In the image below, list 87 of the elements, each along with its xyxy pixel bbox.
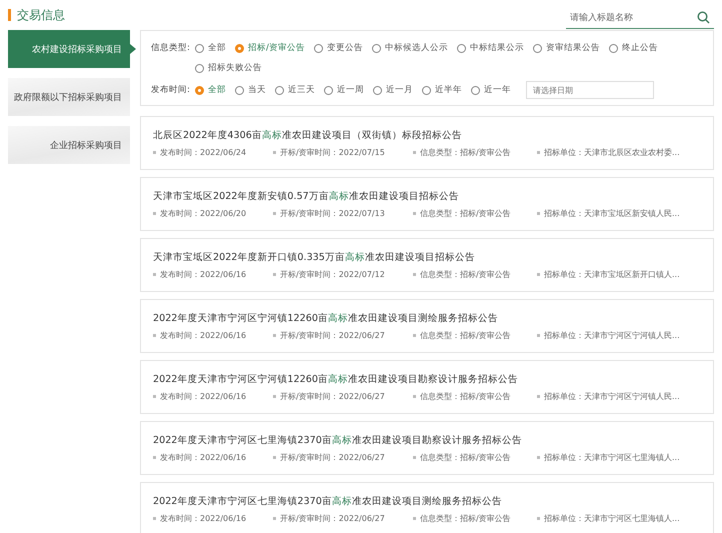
bullet-icon [413,212,416,214]
bullet-icon [537,516,540,520]
meta-text: 招标单位：天津市宁河区宁河镇人民... [544,390,680,402]
meta-text: 开标/资审时间：2022/06/27 [280,512,385,524]
meta-text: 信息类型：招标/资审公告 [420,330,511,340]
meta-text: 开标/资审时间：2022/07/13 [280,208,385,218]
radio-option[interactable]: 近一月 [373,81,413,99]
meta-text: 信息类型：招标/资审公告 [420,512,511,524]
meta-text: 开标/资审时间：2022/06/27 [280,452,385,462]
bullet-icon [537,456,540,458]
meta-text: 发布时间：2022/06/24 [160,146,246,158]
meta-text: 开标/资审时间：2022/06/27 [280,330,385,340]
bullet-icon [537,150,540,154]
bullet-icon [273,212,276,214]
notice-title[interactable]: 2022年度天津市宁河区七里海镇2370亩高标准农田建设项目测绘服务招标公告 [153,494,703,508]
meta-text: 发布时间：2022/06/16 [160,512,246,524]
bullet-icon [153,212,156,214]
radio-option[interactable]: 近一周 [324,81,364,99]
meta-text: 招标单位：天津市宁河区七里海镇人... [544,452,680,462]
meta-text: 发布时间：2022/06/16 [160,390,246,402]
bullet-icon [273,334,276,336]
bullet-icon [273,272,276,276]
bullet-icon [153,150,156,154]
radio-option[interactable]: 招标失败公告 [195,59,262,77]
meta-text: 发布时间：2022/06/20 [160,208,246,218]
bullet-icon [537,272,540,276]
bullet-icon [537,394,540,398]
radio-option[interactable]: 中标结果公示 [456,39,524,57]
notice-title[interactable]: 天津市宝坻区2022年度新开口镇0.335万亩高标准农田建设项目招标公告 [153,250,703,264]
search-icon[interactable] [697,11,710,24]
meta-text: 信息类型：招标/资审公告 [420,208,511,218]
bullet-icon [153,516,156,520]
notice-title[interactable]: 北辰区2022年度4306亩高标准农田建设项目（双街镇）标段招标公告 [153,128,703,142]
bullet-icon [413,272,416,276]
bullet-icon [537,334,540,336]
meta-text: 开标/资审时间：2022/07/15 [280,146,385,158]
meta-text: 信息类型：招标/资审公告 [420,146,511,158]
meta-text: 信息类型：招标/资审公告 [420,452,511,462]
filter-label: 发布时间: [151,84,191,97]
sidebar-item[interactable]: 政府限额以下招标采购项目 [8,78,130,116]
bullet-icon [273,456,276,458]
radio-option[interactable]: 当天 [235,81,266,99]
bullet-icon [413,456,416,458]
radio-option[interactable]: 招标/资审公告 [235,39,305,57]
meta-text: 开标/资审时间：2022/06/27 [280,390,385,402]
bullet-icon [413,334,416,336]
meta-text: 发布时间：2022/06/16 [160,268,246,280]
radio-option[interactable]: 资审结果公告 [532,39,600,57]
meta-text: 招标单位：天津市北辰区农业农村委... [544,146,680,158]
section-title: 交易信息 [17,6,65,24]
radio-option[interactable]: 全部 [195,39,226,57]
bullet-icon [537,212,540,214]
meta-text: 招标单位：天津市宝坻区新安镇人民... [544,208,680,218]
radio-option[interactable]: 变更公告 [314,39,363,57]
date-field[interactable]: 请选择日期 [526,81,654,99]
meta-text: 招标单位：天津市宝坻区新开口镇人... [544,268,680,280]
bullet-icon [153,272,156,276]
bullet-icon [413,516,416,520]
radio-option[interactable]: 近一年 [471,81,511,99]
sidebar-item[interactable]: 农村建设招标采购项目 [8,30,136,68]
radio-option[interactable]: 终止公告 [608,39,658,57]
meta-text: 招标单位：天津市宁河区七里海镇人... [544,512,680,524]
bullet-icon [273,150,276,154]
meta-text: 信息类型：招标/资审公告 [420,268,511,280]
notice-title[interactable]: 2022年度天津市宁河区宁河镇12260亩高标准农田建设项目测绘服务招标公告 [153,312,703,324]
radio-option[interactable]: 中标候选人公示 [372,39,448,57]
notice-title[interactable]: 2022年度天津市宁河区七里海镇2370亩高标准农田建设项目勘察设计服务招标公告 [153,434,703,446]
meta-text: 招标单位：天津市宁河区宁河镇人民... [544,330,680,340]
notice-title[interactable]: 2022年度天津市宁河区宁河镇12260亩高标准农田建设项目勘察设计服务招标公告 [153,372,703,386]
bullet-icon [153,456,156,458]
bullet-icon [413,394,416,398]
radio-option[interactable]: 近三天 [275,81,315,99]
accent-bar [8,9,11,21]
notice-title[interactable]: 天津市宝坻区2022年度新安镇0.57万亩高标准农田建设项目招标公告 [153,190,703,202]
bullet-icon [273,516,276,520]
radio-option[interactable]: 近半年 [422,81,462,99]
meta-text: 开标/资审时间：2022/07/12 [280,268,385,280]
meta-text: 信息类型：招标/资审公告 [420,390,511,402]
meta-text: 发布时间：2022/06/16 [160,330,246,340]
bullet-icon [273,394,276,398]
bullet-icon [153,334,156,336]
filter-label: 信息类型: [151,42,191,55]
sidebar-item[interactable]: 企业招标采购项目 [8,126,130,164]
radio-option[interactable]: 全部 [195,81,226,99]
meta-text: 发布时间：2022/06/16 [160,452,246,462]
bullet-icon [413,150,416,154]
bullet-icon [153,394,156,398]
